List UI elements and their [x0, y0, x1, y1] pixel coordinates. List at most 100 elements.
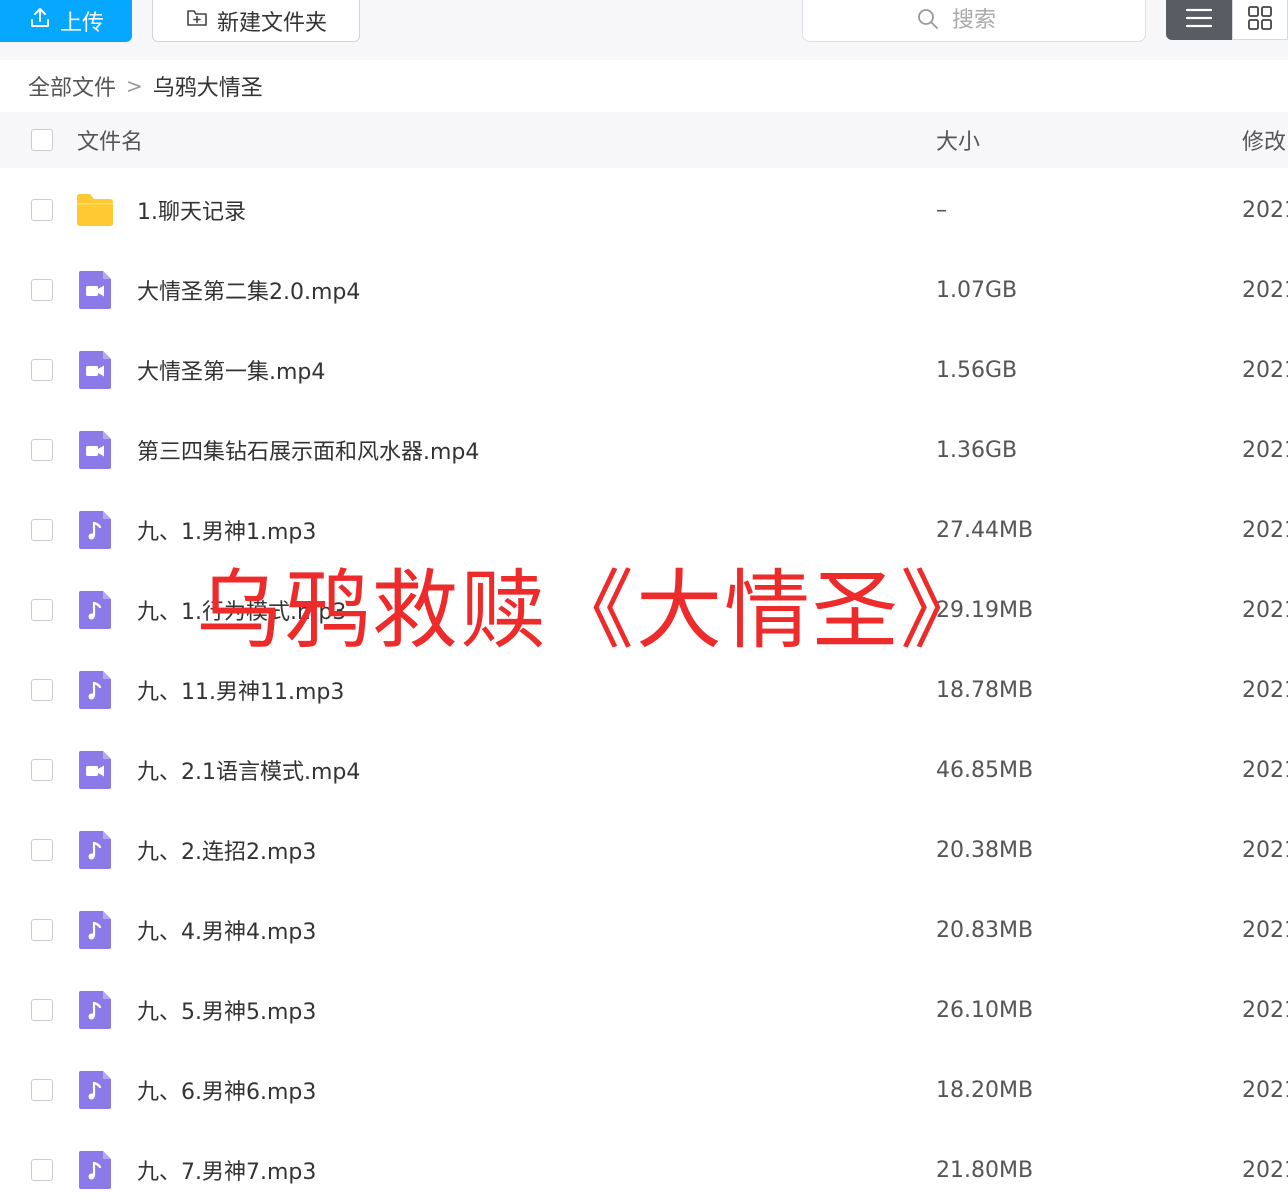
file-modified-date: 2021 — [1242, 1157, 1288, 1183]
file-modified-date: 2021 — [1242, 757, 1288, 783]
file-size: 1.36GB — [936, 437, 1018, 463]
video-file-icon — [76, 350, 114, 390]
search-input[interactable] — [952, 8, 1032, 33]
upload-label: 上传 — [59, 11, 104, 36]
file-size: 27.44MB — [936, 517, 1034, 543]
search-box — [802, 0, 1146, 42]
file-name[interactable]: 九、5.男神5.mp3 — [137, 994, 316, 1026]
audio-file-icon — [76, 590, 114, 630]
file-modified-date: 2021 — [1242, 917, 1288, 943]
file-row[interactable]: 1.聊天记录 – 2021 — [0, 170, 1288, 250]
file-name[interactable]: 九、4.男神4.mp3 — [137, 914, 316, 946]
row-checkbox[interactable] — [31, 599, 53, 621]
grid-view-button[interactable] — [1232, 0, 1288, 40]
file-size: 20.38MB — [936, 837, 1034, 863]
row-checkbox[interactable] — [31, 839, 53, 861]
file-row[interactable]: 九、2.连招2.mp3 20.38MB 2021 — [0, 810, 1288, 890]
file-modified-date: 2021 — [1242, 437, 1288, 463]
file-name[interactable]: 1.聊天记录 — [137, 194, 246, 226]
file-row[interactable]: 九、6.男神6.mp3 18.20MB 2021 — [0, 1050, 1288, 1130]
file-name[interactable]: 大情圣第二集2.0.mp4 — [137, 274, 360, 306]
row-checkbox[interactable] — [31, 1159, 53, 1181]
row-checkbox[interactable] — [31, 519, 53, 541]
row-checkbox[interactable] — [31, 279, 53, 301]
row-checkbox[interactable] — [31, 359, 53, 381]
file-size: 26.10MB — [936, 997, 1034, 1023]
file-name[interactable]: 九、2.连招2.mp3 — [137, 834, 316, 866]
audio-file-icon — [76, 830, 114, 870]
file-row[interactable]: 大情圣第一集.mp4 1.56GB 2021 — [0, 330, 1288, 410]
folder-icon — [76, 190, 114, 230]
file-name[interactable]: 九、11.男神11.mp3 — [137, 674, 344, 706]
file-row[interactable]: 九、11.男神11.mp3 18.78MB 2021 — [0, 650, 1288, 730]
file-modified-date: 2021 — [1242, 277, 1288, 303]
breadcrumb-separator: > — [126, 74, 143, 98]
file-size: 46.85MB — [936, 757, 1034, 783]
video-file-icon — [76, 750, 114, 790]
row-checkbox[interactable] — [31, 999, 53, 1021]
audio-file-icon — [76, 1150, 114, 1190]
file-modified-date: 2021 — [1242, 1077, 1288, 1103]
file-row[interactable]: 大情圣第二集2.0.mp4 1.07GB 2021 — [0, 250, 1288, 330]
list-view-icon — [1185, 7, 1213, 33]
file-row[interactable]: 九、2.1语言模式.mp4 46.85MB 2021 — [0, 730, 1288, 810]
file-modified-date: 2021 — [1242, 517, 1288, 543]
audio-file-icon — [76, 1070, 114, 1110]
file-name[interactable]: 九、1.行为模式.mp3 — [137, 594, 346, 626]
row-checkbox[interactable] — [31, 439, 53, 461]
breadcrumb-current: 乌鸦大情圣 — [152, 76, 263, 101]
column-header-size[interactable]: 大小 — [936, 124, 980, 156]
table-header: 文件名 大小 修改 — [0, 112, 1288, 168]
file-list: 1.聊天记录–2021大情圣第二集2.0.mp41.07GB2021大情圣第一集… — [0, 170, 1288, 1204]
row-checkbox[interactable] — [31, 1079, 53, 1101]
file-name[interactable]: 九、7.男神7.mp3 — [137, 1154, 316, 1186]
file-size: 1.07GB — [936, 277, 1018, 303]
file-size: – — [936, 197, 947, 223]
new-folder-label: 新建文件夹 — [216, 10, 327, 36]
file-row[interactable]: 九、1.男神1.mp3 27.44MB 2021 — [0, 490, 1288, 570]
file-size: 1.56GB — [936, 357, 1018, 383]
file-modified-date: 2021 — [1242, 837, 1288, 863]
audio-file-icon — [76, 510, 114, 550]
file-modified-date: 2021 — [1242, 597, 1288, 623]
file-size: 21.80MB — [936, 1157, 1034, 1183]
search-icon — [916, 7, 940, 35]
breadcrumb-root[interactable]: 全部文件 — [28, 70, 116, 102]
file-size: 18.78MB — [936, 677, 1034, 703]
new-folder-icon — [185, 6, 209, 36]
file-row[interactable]: 九、1.行为模式.mp3 29.19MB 2021 — [0, 570, 1288, 650]
file-row[interactable]: 第三四集钻石展示面和风水器.mp4 1.36GB 2021 — [0, 410, 1288, 490]
file-name[interactable]: 九、1.男神1.mp3 — [137, 514, 316, 546]
file-size: 29.19MB — [936, 597, 1034, 623]
upload-icon — [28, 6, 52, 36]
video-file-icon — [76, 270, 114, 310]
file-name[interactable]: 九、6.男神6.mp3 — [137, 1074, 316, 1106]
file-name[interactable]: 大情圣第一集.mp4 — [137, 354, 325, 386]
audio-file-icon — [76, 910, 114, 950]
row-checkbox[interactable] — [31, 679, 53, 701]
file-size: 20.83MB — [936, 917, 1034, 943]
video-file-icon — [76, 430, 114, 470]
file-modified-date: 2021 — [1242, 677, 1288, 703]
column-header-name[interactable]: 文件名 — [77, 124, 143, 156]
file-modified-date: 2021 — [1242, 357, 1288, 383]
file-name[interactable]: 九、2.1语言模式.mp4 — [137, 754, 360, 786]
file-row[interactable]: 九、5.男神5.mp3 26.10MB 2021 — [0, 970, 1288, 1050]
select-all-checkbox[interactable] — [31, 129, 53, 151]
audio-file-icon — [76, 990, 114, 1030]
row-checkbox[interactable] — [31, 919, 53, 941]
file-size: 18.20MB — [936, 1077, 1034, 1103]
new-folder-button[interactable]: 新建文件夹 — [152, 0, 360, 42]
file-row[interactable]: 九、7.男神7.mp3 21.80MB 2021 — [0, 1130, 1288, 1204]
toolbar: 上传 新建文件夹 — [0, 0, 1288, 60]
row-checkbox[interactable] — [31, 759, 53, 781]
upload-button[interactable]: 上传 — [0, 0, 132, 42]
file-modified-date: 2021 — [1242, 997, 1288, 1023]
list-view-button[interactable] — [1166, 0, 1232, 40]
audio-file-icon — [76, 670, 114, 710]
row-checkbox[interactable] — [31, 199, 53, 221]
file-row[interactable]: 九、4.男神4.mp3 20.83MB 2021 — [0, 890, 1288, 970]
file-name[interactable]: 第三四集钻石展示面和风水器.mp4 — [137, 434, 479, 466]
breadcrumb: 全部文件 > 乌鸦大情圣 — [28, 70, 263, 102]
column-header-modified[interactable]: 修改 — [1242, 124, 1286, 156]
